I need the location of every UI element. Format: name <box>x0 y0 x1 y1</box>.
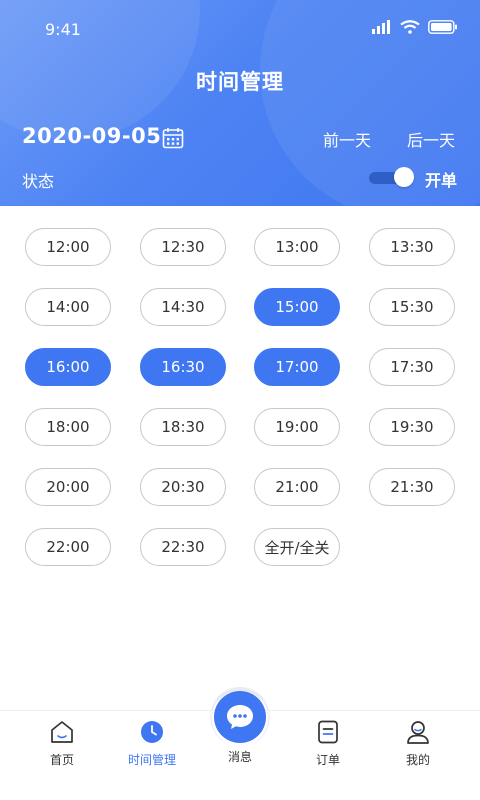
clock-icon <box>141 721 163 743</box>
tab-messages[interactable] <box>214 691 266 743</box>
status-bar: 9:41 <box>0 0 480 58</box>
toggle-label: 开单 <box>425 171 458 190</box>
time-slot[interactable]: 18:00 <box>25 408 111 446</box>
time-slot[interactable]: 17:00 <box>254 348 340 386</box>
time-slot[interactable]: 20:00 <box>25 468 111 506</box>
time-slot[interactable]: 17:30 <box>369 348 455 386</box>
tab-mine[interactable]: 我的 <box>370 711 466 781</box>
toggle-all-button[interactable]: 全开/全关 <box>254 528 340 566</box>
prev-day-button[interactable]: 前一天 <box>323 127 371 151</box>
time-slot[interactable]: 12:00 <box>25 228 111 266</box>
calendar-icon[interactable] <box>162 127 184 149</box>
time-slot[interactable]: 20:30 <box>140 468 226 506</box>
time-slot[interactable]: 19:00 <box>254 408 340 446</box>
time-slot[interactable]: 21:30 <box>369 468 455 506</box>
header: 9:41 时间管理 2020-09-05 前一天 后一天 状态 开单 <box>0 0 480 206</box>
signal-icon <box>372 20 390 34</box>
current-date[interactable]: 2020-09-05 <box>22 124 161 148</box>
tab-time-label: 时间管理 <box>127 753 176 767</box>
status-time: 9:41 <box>45 20 81 39</box>
time-slot[interactable]: 22:30 <box>140 528 226 566</box>
time-slot[interactable]: 15:00 <box>254 288 340 326</box>
time-slot[interactable]: 13:00 <box>254 228 340 266</box>
time-slot[interactable]: 19:30 <box>369 408 455 446</box>
tab-orders[interactable]: 订单 <box>280 711 376 781</box>
status-label: 状态 <box>22 172 55 191</box>
home-icon <box>51 721 73 743</box>
tab-orders-label: 订单 <box>315 753 340 767</box>
open-order-toggle[interactable] <box>369 167 415 187</box>
time-slot[interactable]: 21:00 <box>254 468 340 506</box>
time-slot[interactable]: 16:00 <box>25 348 111 386</box>
time-slot[interactable]: 16:30 <box>140 348 226 386</box>
tab-home-label: 首页 <box>49 753 74 767</box>
time-slot[interactable]: 22:00 <box>25 528 111 566</box>
page-title: 时间管理 <box>196 70 284 94</box>
chat-bubble-icon <box>227 705 253 729</box>
time-slot[interactable]: 13:30 <box>369 228 455 266</box>
tab-time-management[interactable]: 时间管理 <box>104 711 200 781</box>
tab-mine-label: 我的 <box>405 753 430 767</box>
time-slot[interactable]: 14:30 <box>140 288 226 326</box>
wifi-icon <box>400 20 420 34</box>
time-slot[interactable]: 14:00 <box>25 288 111 326</box>
next-day-button[interactable]: 后一天 <box>407 127 455 151</box>
time-slot[interactable]: 15:30 <box>369 288 455 326</box>
tab-messages-label: 消息 <box>227 750 252 764</box>
tab-home[interactable]: 首页 <box>14 711 110 781</box>
status-icons <box>372 20 458 34</box>
toggle-knob <box>394 167 414 187</box>
time-slot[interactable]: 12:30 <box>140 228 226 266</box>
time-slot[interactable]: 18:30 <box>140 408 226 446</box>
user-icon <box>407 721 429 744</box>
order-list-icon <box>318 720 338 744</box>
battery-icon <box>428 20 457 34</box>
